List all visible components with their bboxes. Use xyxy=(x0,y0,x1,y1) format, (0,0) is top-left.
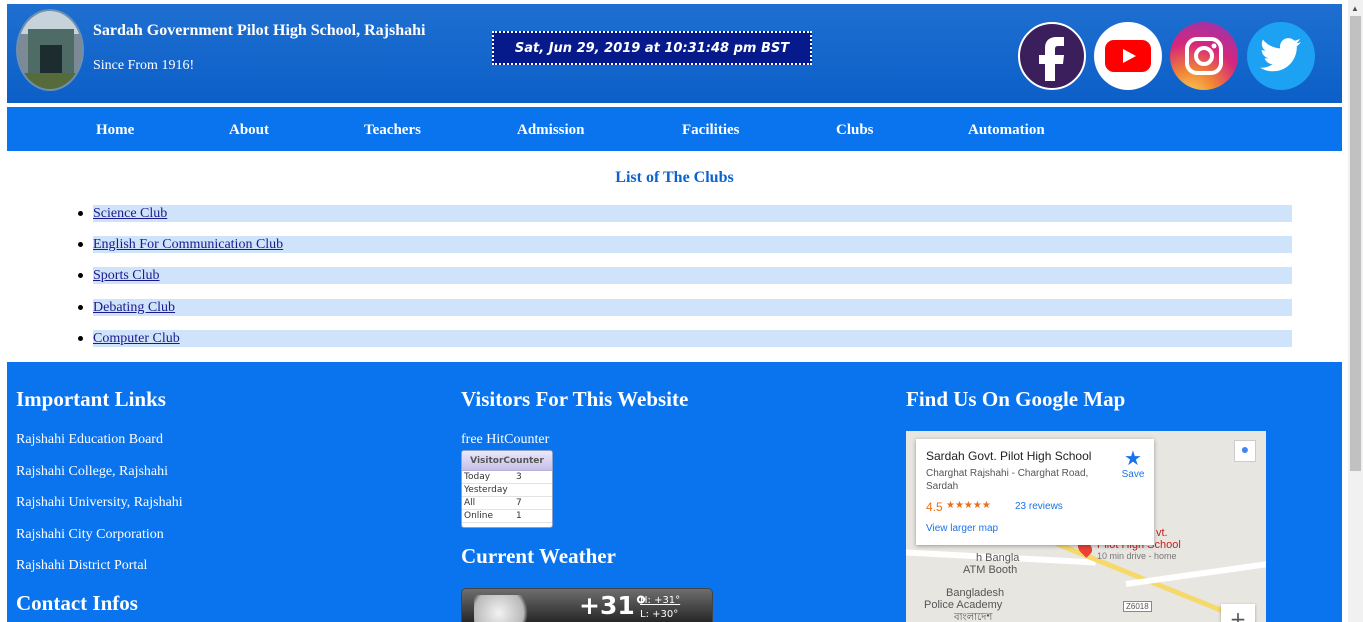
counter-row: Today 3 xyxy=(462,471,552,484)
nav-automation[interactable]: Automation xyxy=(968,107,1045,151)
counter-title: VisitorCounter xyxy=(462,451,552,471)
google-map[interactable]: vt. Pilot High School 10 min drive - hom… xyxy=(906,431,1266,622)
facebook-icon[interactable] xyxy=(1018,22,1086,90)
star-icon: ★ xyxy=(1124,448,1142,470)
map-label: 10 min drive - home xyxy=(1097,551,1177,561)
weather-low: L: +30° xyxy=(640,609,679,620)
bullet-icon xyxy=(78,336,83,341)
list-item: Sports Club xyxy=(78,267,1292,284)
since-text: Since From 1916! xyxy=(93,58,195,73)
weather-heading: Current Weather xyxy=(461,544,616,568)
reviews-link[interactable]: 23 reviews xyxy=(1015,501,1063,512)
list-item: Debating Club xyxy=(78,299,1292,316)
page: Sardah Government Pilot High School, Raj… xyxy=(7,4,1342,622)
visitors-heading: Visitors For This Website xyxy=(461,387,689,411)
bullet-icon xyxy=(78,305,83,310)
contact-heading: Contact Infos xyxy=(16,591,138,615)
bullet-icon xyxy=(78,273,83,278)
club-link-science[interactable]: Science Club xyxy=(93,205,167,222)
counter-row: All 7 xyxy=(462,497,552,510)
page-title: List of The Clubs xyxy=(615,169,734,186)
list-item: Science Club xyxy=(78,205,1292,222)
map-label: h Bangla xyxy=(976,552,1020,564)
nav-clubs[interactable]: Clubs xyxy=(836,107,874,151)
weather-high: H: +31° xyxy=(640,595,681,606)
map-road-badge: Z6018 xyxy=(1123,601,1152,612)
club-link-debating[interactable]: Debating Club xyxy=(93,299,175,316)
scroll-thumb[interactable] xyxy=(1350,16,1361,471)
map-label: ATM Booth xyxy=(963,564,1018,576)
instagram-icon[interactable] xyxy=(1170,22,1238,90)
map-label: vt. xyxy=(1156,527,1168,539)
main-nav: Home About Teachers Admission Facilities… xyxy=(7,107,1342,151)
club-link-english[interactable]: English For Communication Club xyxy=(93,236,283,253)
scroll-up-icon[interactable]: ▲ xyxy=(1351,4,1359,13)
nav-facilities[interactable]: Facilities xyxy=(682,107,739,151)
club-link-computer[interactable]: Computer Club xyxy=(93,330,180,347)
cloud-icon xyxy=(474,595,536,622)
counter-row: Yesterday xyxy=(462,484,552,497)
twitter-icon[interactable] xyxy=(1247,22,1315,90)
club-link-sports[interactable]: Sports Club xyxy=(93,267,160,284)
weather-temp: +31° xyxy=(579,591,648,620)
page-scrollbar[interactable]: ▲ xyxy=(1348,0,1363,622)
zoom-in-button[interactable]: + xyxy=(1221,604,1255,622)
clock-display: Sat, Jun 29, 2019 at 10:31:48 pm BST xyxy=(492,31,812,65)
save-button[interactable]: ★ Save xyxy=(1118,449,1148,480)
nav-about[interactable]: About xyxy=(229,107,269,151)
list-item: English For Communication Club xyxy=(78,236,1292,253)
link-rajshahi-university[interactable]: Rajshahi University, Rajshahi xyxy=(16,495,183,511)
place-name: Sardah Govt. Pilot High School xyxy=(926,449,1092,463)
link-education-board[interactable]: Rajshahi Education Board xyxy=(16,432,163,448)
school-name: Sardah Government Pilot High School, Raj… xyxy=(93,22,426,39)
nav-teachers[interactable]: Teachers xyxy=(364,107,421,151)
hitcounter-link[interactable]: free HitCounter xyxy=(461,432,549,448)
visitor-counter-widget[interactable]: VisitorCounter Today 3 Yesterday All 7 Onl… xyxy=(461,450,553,528)
rating-stars-icon: ★★★★★ xyxy=(946,500,991,511)
link-city-corporation[interactable]: Rajshahi City Corporation xyxy=(16,527,164,543)
map-label: বাংলাদেশ xyxy=(954,612,993,622)
important-links-heading: Important Links xyxy=(16,387,166,411)
street-view-person-icon[interactable]: ● xyxy=(1234,440,1256,462)
nav-admission[interactable]: Admission xyxy=(517,107,585,151)
save-label: Save xyxy=(1121,469,1145,480)
place-address: Charghat Rajshahi - Charghat Road, Sarda… xyxy=(926,468,1089,492)
link-district-portal[interactable]: Rajshahi District Portal xyxy=(16,558,147,574)
school-logo[interactable] xyxy=(16,9,84,91)
youtube-icon[interactable] xyxy=(1094,22,1162,90)
map-road xyxy=(1125,558,1266,587)
link-rajshahi-college[interactable]: Rajshahi College, Rajshahi xyxy=(16,464,168,480)
site-header: Sardah Government Pilot High School, Raj… xyxy=(7,4,1342,103)
bullet-icon xyxy=(78,211,83,216)
map-label: Bangladesh xyxy=(946,587,1005,599)
map-place-card: Sardah Govt. Pilot High School Charghat … xyxy=(916,439,1154,545)
place-rating: 4.5 xyxy=(926,500,943,514)
site-footer: Important Links Rajshahi Education Board… xyxy=(7,362,1342,622)
bullet-icon xyxy=(78,242,83,247)
map-heading: Find Us On Google Map xyxy=(906,387,1126,411)
nav-home[interactable]: Home xyxy=(96,107,134,151)
weather-widget[interactable]: +31° H: +31° L: +30° xyxy=(461,588,713,622)
list-item: Computer Club xyxy=(78,330,1292,347)
counter-row: Online 1 xyxy=(462,510,552,523)
view-larger-map-link[interactable]: View larger map xyxy=(926,523,998,534)
